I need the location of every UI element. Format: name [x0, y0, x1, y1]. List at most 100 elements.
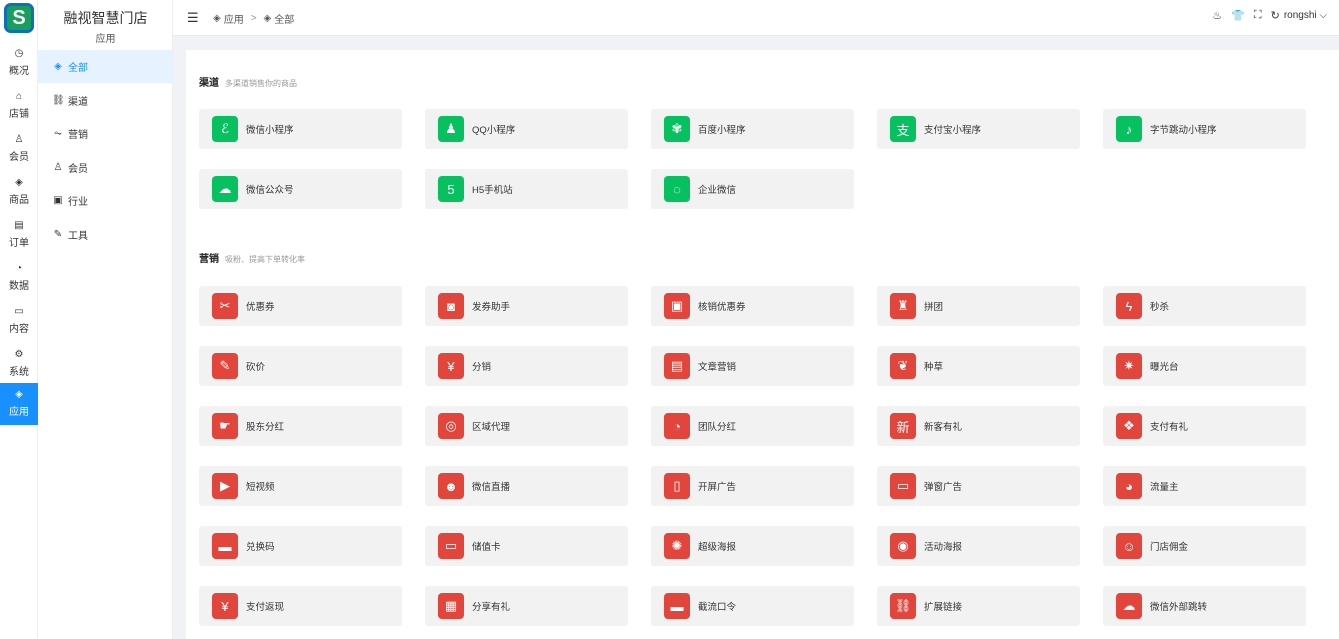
- subnav-item-3[interactable]: ♙ 会员: [38, 151, 173, 184]
- crumb-separator: >: [250, 13, 257, 24]
- app-card[interactable]: ☺ 门店佣金: [1103, 526, 1306, 566]
- app-cube-icon: ◈: [15, 389, 23, 400]
- menu-toggle-icon[interactable]: ☰: [187, 10, 199, 26]
- app-card[interactable]: ◙ 发券助手: [425, 286, 628, 326]
- app-card[interactable]: ☛ 股东分红: [199, 406, 402, 446]
- app-card[interactable]: ▭ 弹窗广告: [877, 466, 1080, 506]
- app-card-label: H5手机站: [472, 185, 513, 196]
- app-card[interactable]: 支支付宝小程序: [877, 109, 1080, 149]
- user-menu[interactable]: rongshi ⌵: [1284, 10, 1327, 21]
- app-icon: ◙: [438, 293, 464, 319]
- app-card-label: 支付返现: [246, 602, 285, 613]
- app-card[interactable]: ✾ 百度小程序: [651, 109, 854, 149]
- app-card[interactable]: ☻ 微信直播: [425, 466, 628, 506]
- app-card-label: 扩展链接: [924, 602, 963, 613]
- app-card[interactable]: ❖ 支付有礼: [1103, 406, 1306, 446]
- pie-icon: ◔: [15, 263, 23, 274]
- app-card[interactable]: ¥ 分销: [425, 346, 628, 386]
- app-card[interactable]: ◔ 团队分红: [651, 406, 854, 446]
- rail-item-0[interactable]: ◷ 概况: [0, 42, 38, 84]
- shirt-icon[interactable]: 👕: [1231, 9, 1245, 22]
- app-icon: ▬: [664, 593, 690, 619]
- subnav-item-5[interactable]: ✎ 工具: [38, 218, 173, 251]
- app-card[interactable]: ✂ 优惠券: [199, 286, 402, 326]
- subnav-item-label: 会员: [68, 163, 88, 175]
- refresh-icon[interactable]: ↻: [1271, 9, 1280, 22]
- subnav-item-1[interactable]: ⛓ 渠道: [38, 84, 173, 117]
- app-card[interactable]: ☁ 微信外部跳转: [1103, 586, 1306, 626]
- rail-item-2[interactable]: ♙ 会员: [0, 128, 38, 170]
- rail-item-7[interactable]: ⚙ 系统: [0, 343, 38, 385]
- app-card[interactable]: ℰ 微信小程序: [199, 109, 402, 149]
- app-card-label: 分享有礼: [472, 602, 511, 613]
- subnav-item-0[interactable]: ◈ 全部: [38, 50, 173, 83]
- app-card[interactable]: ϟ 秒杀: [1103, 286, 1306, 326]
- app-card[interactable]: ♪ 字节跳动小程序: [1103, 109, 1306, 149]
- app-card[interactable]: ¥ 支付返现: [199, 586, 402, 626]
- app-card[interactable]: ▬ 截流口令: [651, 586, 854, 626]
- app-card-label: 截流口令: [698, 602, 737, 613]
- app-card[interactable]: ✺ 超级海报: [651, 526, 854, 566]
- app-icon: 新: [890, 413, 916, 439]
- app-card[interactable]: ⛓ 扩展链接: [877, 586, 1080, 626]
- app-card[interactable]: 新新客有礼: [877, 406, 1080, 446]
- app-icon: 支: [890, 116, 916, 142]
- rail-item-1[interactable]: ⌂ 店铺: [0, 85, 38, 127]
- crumb-cube-icon: ◈: [213, 13, 221, 24]
- app-card-label: 流量主: [1150, 482, 1179, 493]
- rail-item-3[interactable]: ◈ 商品: [0, 171, 38, 213]
- rail-item-label: 商品: [9, 195, 29, 206]
- app-card-label: 微信外部跳转: [1150, 602, 1208, 613]
- order-icon: ▤: [14, 220, 24, 231]
- app-card[interactable]: ◌ 企业微信: [651, 169, 854, 209]
- rail-item-4[interactable]: ▤ 订单: [0, 214, 38, 256]
- app-card-label: 百度小程序: [698, 125, 746, 136]
- app-card-label: 兑换码: [246, 542, 275, 553]
- app-card-label: 文章营销: [698, 362, 737, 373]
- app-card[interactable]: ▯ 开屏广告: [651, 466, 854, 506]
- brand-logo[interactable]: S: [0, 0, 38, 36]
- section-header-marketing: 营销 吸粉、提高下单转化率: [199, 250, 305, 265]
- app-icon: ◉: [890, 533, 916, 559]
- app-card[interactable]: ♜ 拼团: [877, 286, 1080, 326]
- chart-icon: ⏦: [53, 128, 63, 139]
- app-card-label: 储值卡: [472, 542, 501, 553]
- app-card[interactable]: ✷ 曝光台: [1103, 346, 1306, 386]
- rail-item-5[interactable]: ◔ 数据: [0, 257, 38, 299]
- subnav-item-label: 工具: [68, 230, 88, 242]
- crumb-apps[interactable]: 应用: [224, 11, 244, 26]
- app-card[interactable]: ◉ 活动海报: [877, 526, 1080, 566]
- app-card[interactable]: ▬ 兑换码: [199, 526, 402, 566]
- rail-item-label: 应用: [9, 407, 29, 418]
- app-card-label: 企业微信: [698, 185, 737, 196]
- app-card[interactable]: ◕ 流量主: [1103, 466, 1306, 506]
- app-card[interactable]: ▣ 核销优惠券: [651, 286, 854, 326]
- app-icon: ❦: [890, 353, 916, 379]
- app-card[interactable]: ▦ 分享有礼: [425, 586, 628, 626]
- app-card[interactable]: ▶ 短视频: [199, 466, 402, 506]
- app-icon: ✺: [664, 533, 690, 559]
- rail-item-8[interactable]: ◈ 应用: [0, 383, 38, 425]
- app-subnav: 融视智慧门店 应用 ◈ 全部 ⛓ 渠道 ⏦ 营销 ♙ 会员 ▣ 行业 ✎ 工具: [38, 0, 173, 639]
- app-card[interactable]: ☁ 微信公众号: [199, 169, 402, 209]
- app-card[interactable]: 5 H5手机站: [425, 169, 628, 209]
- app-icon: ✾: [664, 116, 690, 142]
- app-card[interactable]: ▭ 储值卡: [425, 526, 628, 566]
- subnav-item-4[interactable]: ▣ 行业: [38, 184, 173, 217]
- app-card[interactable]: ▤ 文章营销: [651, 346, 854, 386]
- app-card[interactable]: ♟ QQ小程序: [425, 109, 628, 149]
- rail-item-6[interactable]: ▭ 内容: [0, 300, 38, 342]
- section-title: 渠道: [199, 78, 219, 89]
- subnav-item-2[interactable]: ⏦ 营销: [38, 117, 173, 150]
- fullscreen-icon[interactable]: ⛶: [1254, 9, 1262, 22]
- subnav-item-label: 营销: [68, 130, 88, 141]
- app-card[interactable]: ✎ 砍价: [199, 346, 402, 386]
- subnav-item-label: 渠道: [68, 96, 88, 108]
- app-icon: ◌: [664, 176, 690, 202]
- app-card[interactable]: ◎ 区域代理: [425, 406, 628, 446]
- app-icon: ¥: [212, 593, 238, 619]
- skin-icon[interactable]: ♨: [1212, 9, 1222, 22]
- app-card-label: 超级海报: [698, 542, 737, 553]
- app-icon: ✎: [212, 353, 238, 379]
- app-card[interactable]: ❦ 种草: [877, 346, 1080, 386]
